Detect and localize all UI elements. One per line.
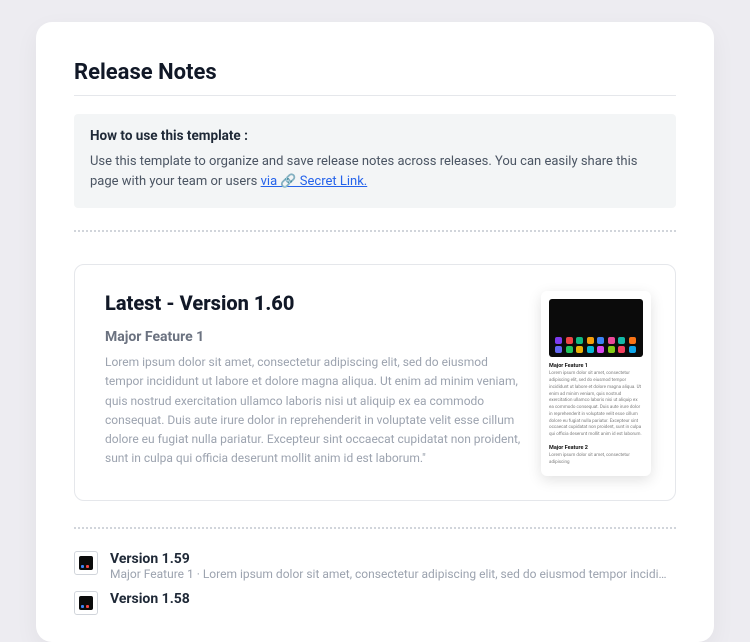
preview-paragraph-2: Lorem ipsum dolor sit amet, consectetur … — [549, 453, 643, 467]
history-list: Version 1.59 Major Feature 1 · Lorem ips… — [74, 551, 676, 615]
list-item-subtitle: Major Feature 1 · Lorem ipsum dolor sit … — [110, 567, 670, 581]
list-thumbnail — [74, 591, 98, 615]
list-item[interactable]: Version 1.58 — [74, 591, 676, 615]
info-box: How to use this template : Use this temp… — [74, 114, 676, 208]
divider-dotted-2 — [74, 527, 676, 529]
list-item-text: Version 1.59 Major Feature 1 · Lorem ips… — [110, 551, 676, 581]
latest-release-card[interactable]: Latest - Version 1.60 Major Feature 1 Lo… — [74, 264, 676, 501]
secret-link[interactable]: via 🔗 Secret Link. — [261, 174, 368, 189]
list-item-text: Version 1.58 — [110, 591, 676, 607]
preview-paragraph-1: Lorem ipsum dolor sit amet, consectetur … — [549, 371, 643, 439]
preview-thumbnail: Major Feature 1 Lorem ipsum dolor sit am… — [541, 291, 651, 476]
title-divider — [74, 95, 676, 96]
feature-body: Lorem ipsum dolor sit amet, consectetur … — [105, 353, 521, 468]
list-thumbnail — [74, 551, 98, 575]
preview-image — [549, 299, 643, 357]
feature-title: Major Feature 1 — [105, 329, 521, 345]
latest-content: Latest - Version 1.60 Major Feature 1 Lo… — [105, 291, 521, 468]
divider-dotted-1 — [74, 230, 676, 232]
preview-heading-2: Major Feature 2 — [549, 445, 643, 451]
page-title: Release Notes — [74, 60, 676, 85]
list-item-title: Version 1.58 — [110, 591, 676, 607]
info-body: Use this template to organize and save r… — [90, 152, 660, 192]
info-heading: How to use this template : — [90, 128, 660, 144]
list-item-title: Version 1.59 — [110, 551, 676, 567]
preview-icon-grid — [555, 337, 637, 353]
latest-title: Latest - Version 1.60 — [105, 291, 521, 315]
page-card: Release Notes How to use this template :… — [36, 22, 714, 642]
list-item[interactable]: Version 1.59 Major Feature 1 · Lorem ips… — [74, 551, 676, 581]
preview-heading-1: Major Feature 1 — [549, 363, 643, 369]
